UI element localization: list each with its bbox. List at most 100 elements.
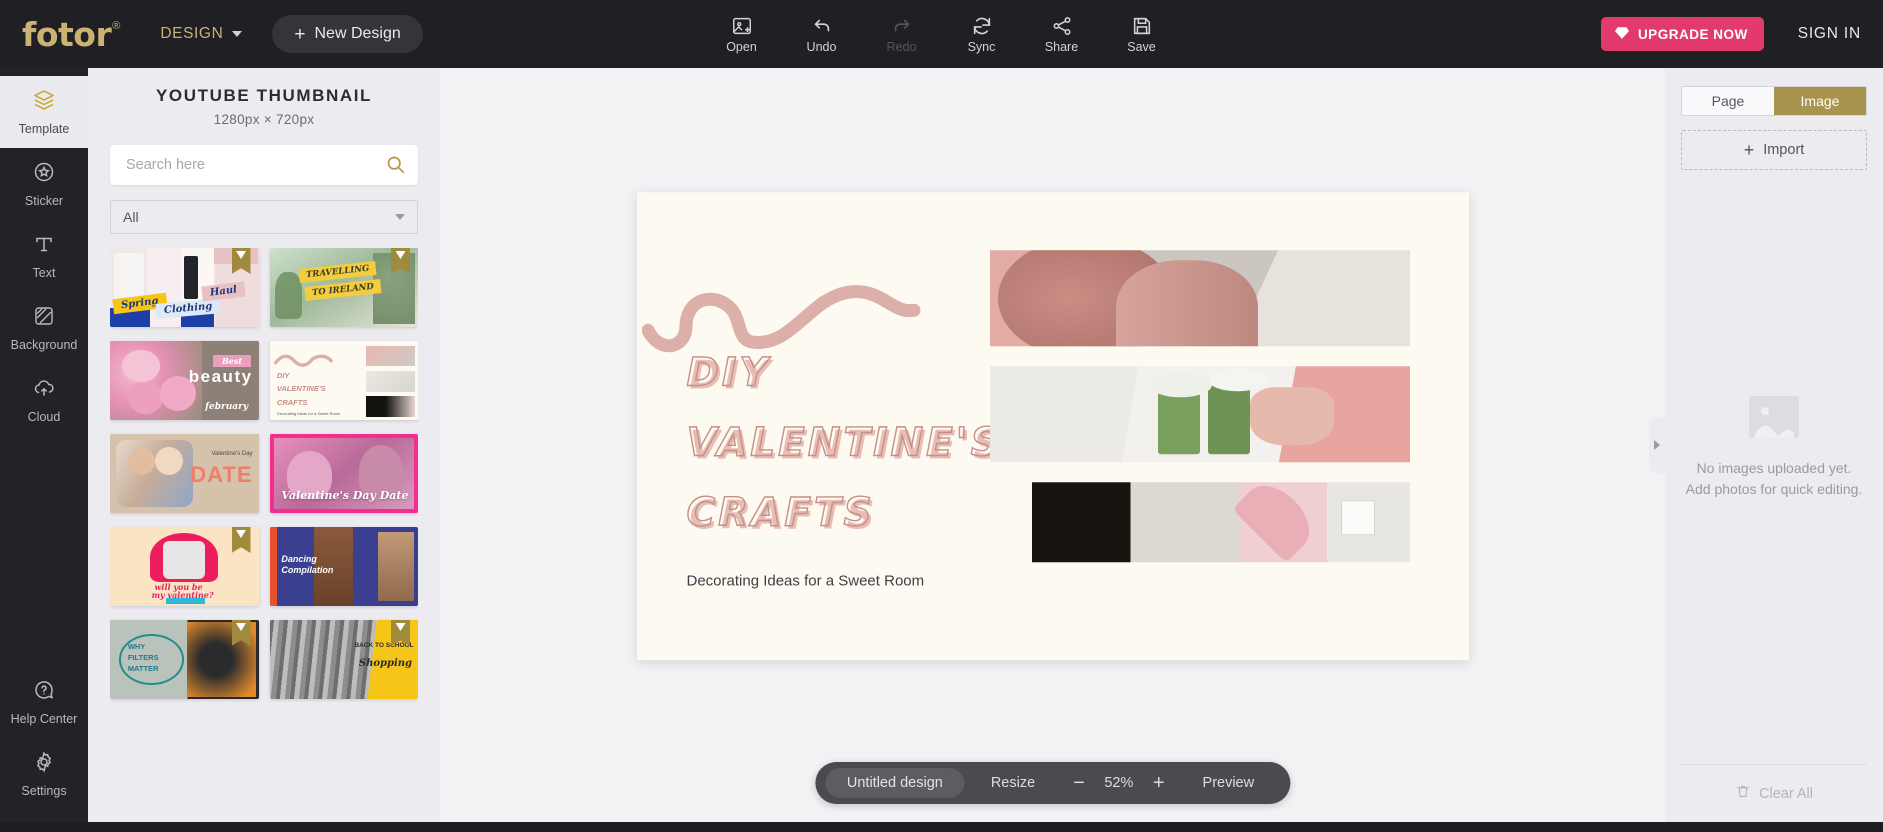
sidebar-item-sticker[interactable]: Sticker bbox=[0, 148, 88, 220]
template-card[interactable]: Valentine's Day Date bbox=[269, 434, 418, 513]
empty-images-text: No images uploaded yet. Add photos for q… bbox=[1685, 460, 1863, 497]
template-card[interactable]: Valentine's Day DATE bbox=[110, 434, 259, 513]
tab-page[interactable]: Page bbox=[1682, 87, 1774, 115]
fotor-editor-app: fotor ® DESIGN + New Design Open Undo Re… bbox=[0, 0, 1883, 832]
tool-undo-label: Undo bbox=[806, 39, 837, 54]
tool-open[interactable]: Open bbox=[702, 15, 782, 54]
chevron-down-icon bbox=[232, 31, 243, 37]
registered-mark: ® bbox=[112, 19, 121, 32]
page-title: YOUTUBE THUMBNAIL bbox=[155, 86, 373, 105]
tab-image[interactable]: Image bbox=[1774, 87, 1866, 115]
sidebar-item-cloud-label: Cloud bbox=[27, 410, 61, 424]
design-canvas[interactable]: DIY VALENTINE'S CRAFTS Decorating Ideas … bbox=[636, 192, 1469, 661]
tool-save[interactable]: Save bbox=[1102, 15, 1182, 54]
template-grid: Spring Clothing Haul TRAVELLING TO IRELA… bbox=[110, 248, 418, 709]
sidebar-item-template-label: Template bbox=[18, 122, 70, 136]
panel-collapse-handle[interactable] bbox=[1649, 417, 1665, 473]
share-icon bbox=[1051, 15, 1073, 37]
sidebar-item-help-center[interactable]: Help Center bbox=[0, 666, 88, 738]
trash-icon bbox=[1735, 783, 1751, 804]
preview-button[interactable]: Preview bbox=[1177, 775, 1281, 791]
logo-text: fotor bbox=[22, 14, 112, 54]
question-bubble-icon bbox=[32, 678, 56, 707]
cloud-upload-icon bbox=[32, 376, 56, 405]
sidebar-item-background-label: Background bbox=[10, 338, 78, 352]
design-menu[interactable]: DESIGN bbox=[160, 25, 243, 43]
canvas-dimensions: 1280px × 720px bbox=[213, 112, 315, 127]
canvas-photo-flowers[interactable] bbox=[989, 366, 1410, 463]
tool-redo[interactable]: Redo bbox=[862, 15, 942, 54]
clear-all-button[interactable]: Clear All bbox=[1681, 764, 1867, 822]
sidebar-item-template[interactable]: Template bbox=[0, 76, 88, 148]
new-design-button[interactable]: + New Design bbox=[272, 15, 423, 53]
canvas-stage[interactable]: DIY VALENTINE'S CRAFTS Decorating Ideas … bbox=[440, 68, 1665, 822]
right-panel-tabs: Page Image bbox=[1681, 86, 1867, 116]
editor-body: Template Sticker Text Background Cloud H… bbox=[0, 68, 1883, 822]
sync-icon bbox=[971, 15, 993, 37]
template-card[interactable]: TRAVELLING TO IRELAND bbox=[269, 248, 418, 327]
canvas-subtitle[interactable]: Decorating Ideas for a Sweet Room bbox=[687, 572, 925, 589]
bottom-toolbar: Untitled design Resize − 52% + Preview bbox=[814, 762, 1291, 804]
document-name-input[interactable]: Untitled design bbox=[824, 768, 965, 798]
zoom-in-button[interactable]: + bbox=[1153, 773, 1165, 793]
tool-save-label: Save bbox=[1127, 39, 1156, 54]
canvas-headline-line-3[interactable]: CRAFTS bbox=[686, 490, 875, 536]
tool-sync-label: Sync bbox=[967, 39, 996, 54]
zoom-out-button[interactable]: − bbox=[1073, 773, 1085, 793]
open-image-icon bbox=[731, 15, 753, 37]
template-card[interactable]: will you be my valentine? bbox=[110, 527, 259, 606]
template-card[interactable]: Spring Clothing Haul bbox=[110, 248, 259, 327]
plus-icon: + bbox=[294, 23, 306, 45]
template-card[interactable]: WHY FILTERS MATTER bbox=[110, 620, 259, 699]
chevron-down-icon bbox=[395, 214, 405, 220]
design-menu-label: DESIGN bbox=[160, 25, 224, 42]
sidebar-item-sticker-label: Sticker bbox=[24, 194, 64, 208]
rail-spacer bbox=[0, 436, 88, 666]
category-filter-select[interactable]: All bbox=[110, 200, 418, 234]
clear-all-label: Clear All bbox=[1759, 785, 1813, 802]
sidebar-item-settings[interactable]: Settings bbox=[0, 738, 88, 810]
gear-icon bbox=[32, 750, 56, 779]
search-input[interactable] bbox=[110, 145, 418, 185]
canvas-photo-heart-door[interactable] bbox=[1031, 482, 1410, 563]
sidebar-item-help-center-label: Help Center bbox=[10, 712, 78, 726]
rail-bottom-group: Help Center Settings bbox=[0, 666, 88, 822]
undo-icon bbox=[811, 15, 833, 37]
layers-icon bbox=[32, 88, 56, 117]
upgrade-now-button[interactable]: UPGRADE NOW bbox=[1600, 17, 1764, 51]
canvas-headline-line-1[interactable]: DIY bbox=[686, 350, 771, 396]
template-card[interactable]: Best beauty february bbox=[110, 341, 259, 420]
upgrade-label: UPGRADE NOW bbox=[1637, 26, 1748, 42]
tool-undo[interactable]: Undo bbox=[782, 15, 862, 54]
sidebar-item-cloud[interactable]: Cloud bbox=[0, 364, 88, 436]
new-design-label: New Design bbox=[314, 25, 401, 42]
resize-button[interactable]: Resize bbox=[965, 775, 1061, 791]
top-bar-right: UPGRADE NOW SIGN IN bbox=[1600, 17, 1883, 51]
tool-share-label: Share bbox=[1044, 39, 1079, 54]
tool-share[interactable]: Share bbox=[1022, 15, 1102, 54]
zoom-level-value: 52% bbox=[1104, 775, 1134, 791]
fotor-logo[interactable]: fotor ® bbox=[22, 18, 120, 51]
star-badge-icon bbox=[32, 160, 56, 189]
search-row bbox=[110, 145, 418, 185]
text-t-icon bbox=[32, 232, 56, 261]
template-card[interactable]: Dancing Compilation bbox=[269, 527, 418, 606]
decorative-squiggle-icon bbox=[641, 285, 920, 353]
chevron-right-icon bbox=[1654, 440, 1660, 450]
diamond-icon bbox=[1614, 26, 1630, 43]
redo-icon bbox=[891, 15, 913, 37]
zoom-controls: − 52% + bbox=[1061, 773, 1176, 793]
template-card[interactable]: BACK TO SCHOOL Shopping bbox=[269, 620, 418, 699]
top-bar: fotor ® DESIGN + New Design Open Undo Re… bbox=[0, 0, 1883, 68]
sidebar-item-text[interactable]: Text bbox=[0, 220, 88, 292]
sidebar-item-background[interactable]: Background bbox=[0, 292, 88, 364]
template-card[interactable]: DIY VALENTINE'S CRAFTS Decorating Ideas … bbox=[269, 341, 418, 420]
save-icon bbox=[1131, 15, 1153, 37]
sign-in-button[interactable]: SIGN IN bbox=[1798, 25, 1861, 43]
left-rail: Template Sticker Text Background Cloud H… bbox=[0, 68, 88, 822]
search-icon[interactable] bbox=[385, 154, 406, 180]
empty-images-state: No images uploaded yet. Add photos for q… bbox=[1665, 130, 1883, 764]
canvas-photo-balloon[interactable] bbox=[989, 250, 1410, 347]
tool-sync[interactable]: Sync bbox=[942, 15, 1022, 54]
canvas-headline-line-2[interactable]: VALENTINE'S bbox=[686, 420, 1002, 466]
